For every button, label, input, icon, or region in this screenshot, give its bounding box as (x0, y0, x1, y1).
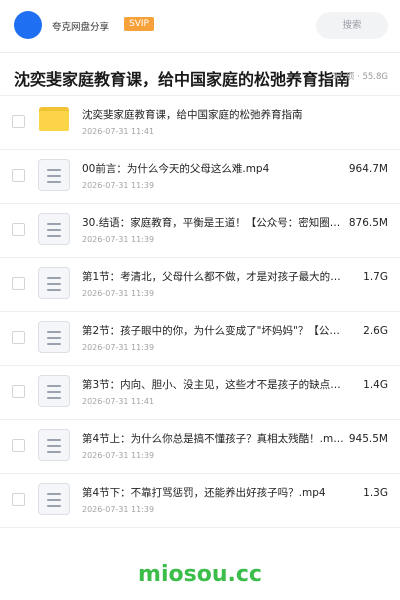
checkbox[interactable] (12, 493, 25, 506)
checkbox[interactable] (12, 223, 25, 236)
list-item[interactable]: 沈奕斐家庭教育课，给中国家庭的松弛养育指南 2026-07-31 11:41 (0, 95, 400, 149)
list-item[interactable]: 第2节：孩子眼中的你，为什么变成了"坏妈妈"？【公… 2026-07-31 11… (0, 311, 400, 365)
list-item[interactable]: 00前言：为什么今天的父母这么难.mp4 2026-07-31 11:39 96… (0, 149, 400, 203)
file-name: 第4节下：不靠打骂惩罚，还能养出好孩子吗？.mp4 (82, 487, 326, 499)
document-icon (38, 159, 70, 191)
file-size: 1.3G (363, 487, 388, 499)
file-name: 第2节：孩子眼中的你，为什么变成了"坏妈妈"？【公… (82, 325, 340, 337)
svip-badge: SVIP (124, 17, 154, 31)
file-date: 2026-07-31 11:39 (82, 505, 155, 514)
divider (0, 527, 400, 528)
document-icon (38, 213, 70, 245)
file-date: 2026-07-31 11:39 (82, 181, 155, 190)
list-item[interactable]: 第4节下：不靠打骂惩罚，还能养出好孩子吗？.mp4 2026-07-31 11:… (0, 473, 400, 527)
watermark: miosou.cc (138, 562, 262, 587)
file-size: 876.5M (348, 217, 388, 229)
file-size: 1.7G (363, 271, 388, 283)
file-name: 30.结语：家庭教育，平衡是王道！【公众号：密知圈… (82, 217, 341, 229)
list-item[interactable]: 第4节上：为什么你总是搞不懂孩子？真相太残酷！.m… 2026-07-31 11… (0, 419, 400, 473)
file-name: 第1节：考清北，父母什么都不做，才是对孩子最大的帮… (82, 271, 348, 283)
file-size: 964.7M (348, 163, 388, 175)
file-date: 2026-07-31 11:39 (82, 451, 155, 460)
file-name: 00前言：为什么今天的父母这么难.mp4 (82, 163, 270, 175)
count-info: 37 项 · 55.8G (332, 72, 388, 82)
list-item[interactable]: 第3节：内向、胆小、没主见，这些才不是孩子的缺点！… 2026-07-31 11… (0, 365, 400, 419)
file-size: 945.5M (348, 433, 388, 445)
checkbox[interactable] (12, 439, 25, 452)
title-bar: 沈奕斐家庭教育课，给中国家庭的松弛养育指南 37 项 · 55.8G (0, 53, 400, 95)
document-icon (38, 267, 70, 299)
list-item[interactable]: 第1节：考清北，父母什么都不做，才是对孩子最大的帮… 2026-07-31 11… (0, 257, 400, 311)
file-date: 2026-07-31 11:39 (82, 289, 155, 298)
file-name: 第3节：内向、胆小、没主见，这些才不是孩子的缺点！… (82, 379, 348, 391)
file-date: 2026-07-31 11:39 (82, 343, 155, 352)
checkbox[interactable] (12, 331, 25, 344)
file-size: 2.6G (363, 325, 388, 337)
checkbox[interactable] (12, 169, 25, 182)
share-name: 夸克网盘分享 (52, 22, 110, 33)
file-name: 沈奕斐家庭教育课，给中国家庭的松弛养育指南 (82, 109, 303, 121)
page-title: 沈奕斐家庭教育课，给中国家庭的松弛养育指南 (14, 70, 351, 89)
checkbox[interactable] (12, 385, 25, 398)
file-size: 1.4G (363, 379, 388, 391)
folder-icon (39, 107, 69, 131)
document-icon (38, 321, 70, 353)
search-input[interactable]: 搜索 (316, 12, 388, 39)
list-item[interactable]: 30.结语：家庭教育，平衡是王道！【公众号：密知圈… 2026-07-31 11… (0, 203, 400, 257)
file-date: 2026-07-31 11:39 (82, 235, 155, 244)
file-date: 2026-07-31 11:41 (82, 127, 155, 136)
header: 夸克网盘分享 SVIP 搜索 (0, 0, 400, 52)
file-date: 2026-07-31 11:41 (82, 397, 155, 406)
file-name: 第4节上：为什么你总是搞不懂孩子？真相太残酷！.m… (82, 433, 344, 445)
document-icon (38, 375, 70, 407)
document-icon (38, 429, 70, 461)
checkbox[interactable] (12, 277, 25, 290)
checkbox[interactable] (12, 115, 25, 128)
avatar[interactable] (14, 11, 42, 39)
document-icon (38, 483, 70, 515)
